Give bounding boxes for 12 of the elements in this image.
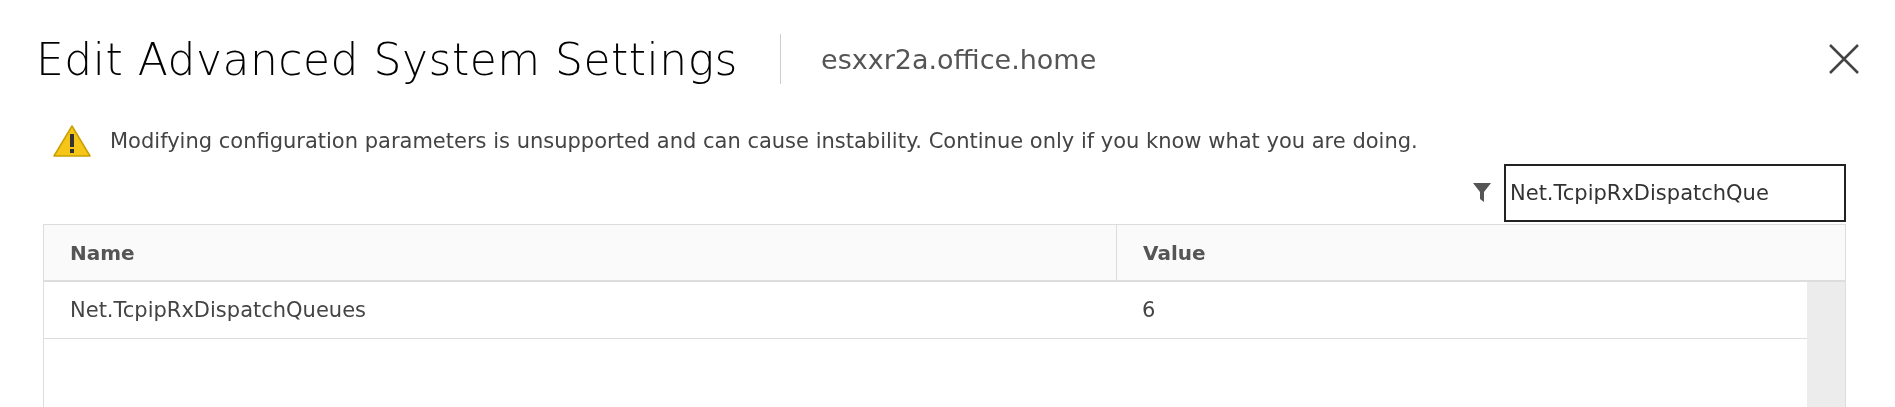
table-cell-text: Net.TcpipRxDispatchQueues: [69, 297, 368, 324]
host-name: esxxr2a.office.home: [821, 43, 1097, 75]
column-header[interactable]: Value: [1116, 225, 1845, 280]
filter-icon: [1472, 182, 1492, 204]
table-cell-text: 6: [1141, 297, 1157, 324]
warning-message: Modifying configuration parameters is unsupported and can cause instability. Continue only if you know what you are doing.: [110, 129, 1418, 153]
close-icon: [1827, 42, 1861, 76]
warning-icon: [52, 124, 92, 158]
dialog-title: Edit Advanced System Settings: [36, 33, 739, 85]
scrollbar[interactable]: [1807, 282, 1845, 407]
filter-field[interactable]: Net.TcpipRxDispatchQue: [1504, 164, 1846, 222]
column-header[interactable]: Name: [44, 225, 1116, 280]
